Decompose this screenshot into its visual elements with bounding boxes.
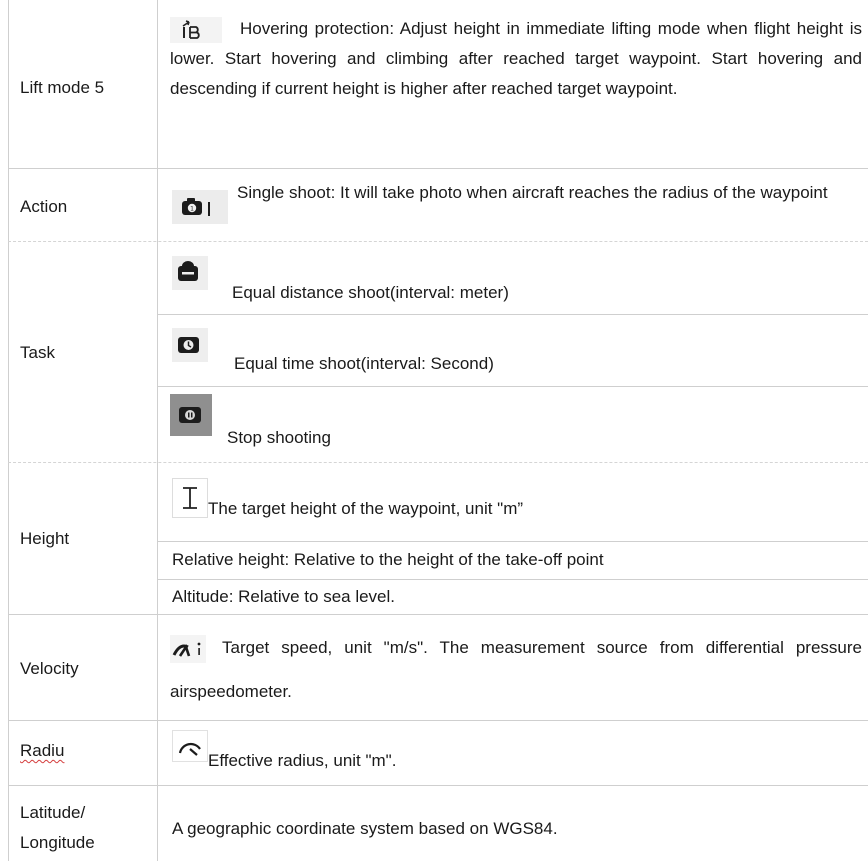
distance-camera-icon xyxy=(172,256,208,290)
action-description: Single shoot: It will take photo when ai… xyxy=(237,183,828,202)
row-label-task: Task xyxy=(20,343,55,362)
lat-long-description: A geographic coordinate system based on … xyxy=(172,819,558,838)
long-label: Longitude xyxy=(20,833,95,852)
row-label-radiu: Radiu xyxy=(20,741,65,760)
row-content-velocity: Target speed, unit "m/s". The measuremen… xyxy=(170,626,862,714)
task-item-time: Equal time shoot(interval: Second) xyxy=(234,354,494,373)
height-relative-note: Relative height: Relative to the height … xyxy=(172,550,604,569)
cell-divider xyxy=(157,386,868,387)
svg-text:1: 1 xyxy=(190,206,194,213)
row-label-velocity: Velocity xyxy=(20,659,79,678)
row-divider xyxy=(8,614,868,615)
task-item-distance: Equal distance shoot(interval: meter) xyxy=(232,283,509,302)
radius-description: Effective radius, unit "m". xyxy=(208,751,397,770)
speed-gauge-icon xyxy=(170,634,206,663)
row-divider xyxy=(8,462,868,463)
height-altitude-note: Altitude: Relative to sea level. xyxy=(172,587,396,606)
row-divider xyxy=(8,168,868,169)
timer-camera-icon xyxy=(172,328,208,362)
table-column-divider xyxy=(157,0,158,861)
cell-divider xyxy=(157,541,868,542)
parameter-table xyxy=(8,0,868,861)
row-content-action: Single shoot: It will take photo when ai… xyxy=(237,180,862,206)
row-divider xyxy=(8,720,868,721)
lat-label: Latitude/ xyxy=(20,803,86,822)
task-item-stop: Stop shooting xyxy=(227,428,331,447)
height-description: The target height of the waypoint, unit … xyxy=(208,499,524,518)
radius-arc-icon xyxy=(172,730,208,762)
velocity-description: Target speed, unit "m/s". The measuremen… xyxy=(170,638,862,701)
lift-mode-icon xyxy=(170,16,222,43)
table-left-border xyxy=(8,0,9,861)
row-label-lat-long: Latitude/ Longitude xyxy=(20,798,95,858)
height-cursor-icon xyxy=(172,478,208,518)
row-label-lift-mode-5: Lift mode 5 xyxy=(20,78,105,97)
cell-divider xyxy=(157,579,868,580)
row-divider xyxy=(8,241,868,242)
row-divider xyxy=(8,785,868,786)
row-label-height: Height xyxy=(20,529,70,548)
stop-camera-icon xyxy=(170,394,212,436)
row-label-action: Action xyxy=(20,197,68,216)
cell-divider xyxy=(157,314,868,315)
row-content-lift-mode-5: Hovering protection: Adjust height in im… xyxy=(170,14,862,104)
lift-mode-description: Hovering protection: Adjust height in im… xyxy=(170,19,862,98)
single-shoot-camera-icon: 1 xyxy=(172,190,228,224)
